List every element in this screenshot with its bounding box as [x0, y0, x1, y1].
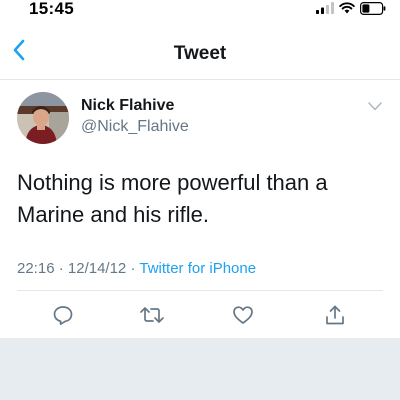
- like-icon: [232, 304, 254, 331]
- wifi-icon: [339, 2, 355, 14]
- author-handle[interactable]: @Nick_Flahive: [81, 118, 189, 136]
- like-button[interactable]: [229, 303, 257, 331]
- nav-bar: Tweet: [0, 22, 400, 80]
- tweet-meta: 22:16 · 12/14/12 · Twitter for iPhone: [17, 260, 256, 277]
- tweet-detail-screen: 15:45 Tweet Nick Flahive @Nick_Flahive N…: [0, 0, 400, 400]
- cellular-signal-icon: [316, 2, 334, 14]
- tweet-text: Nothing is more powerful than a Marine a…: [17, 170, 328, 227]
- tweet-menu-button[interactable]: [366, 100, 384, 114]
- replies-area-background: [0, 338, 400, 400]
- tweet-actions: [0, 303, 400, 331]
- battery-icon: [360, 1, 386, 15]
- status-time: 15:45: [29, 0, 74, 18]
- meta-separator: ·: [130, 260, 136, 277]
- avatar[interactable]: [17, 92, 69, 144]
- share-button[interactable]: [321, 303, 349, 331]
- chevron-down-icon: [368, 98, 382, 116]
- reply-icon: [52, 304, 74, 331]
- tweet-time: 22:16: [17, 260, 55, 277]
- tweet-source-link[interactable]: Twitter for iPhone: [139, 260, 256, 277]
- reply-button[interactable]: [49, 303, 77, 331]
- status-icons: [316, 0, 386, 16]
- divider: [17, 290, 383, 291]
- author-name[interactable]: Nick Flahive: [81, 97, 174, 115]
- page-title: Tweet: [173, 43, 227, 64]
- tweet-date: 12/14/12: [67, 260, 127, 277]
- retweet-icon: [139, 304, 165, 331]
- retweet-button[interactable]: [138, 303, 166, 331]
- status-bar: 15:45: [0, 0, 400, 22]
- meta-separator: ·: [58, 260, 64, 277]
- share-icon: [324, 304, 346, 331]
